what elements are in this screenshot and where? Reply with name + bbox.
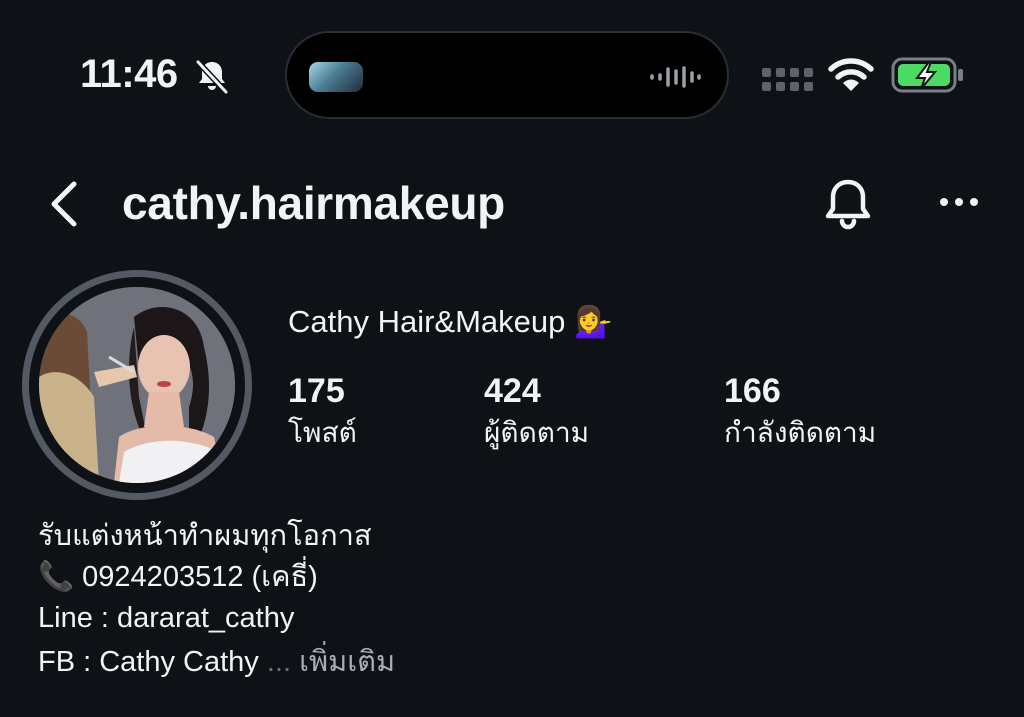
bio-line-phone[interactable]: 📞 0924203512 (เคธี่) xyxy=(38,563,318,592)
stat-label: ผู้ติดตาม xyxy=(484,417,590,448)
avatar xyxy=(39,287,235,483)
stat-following[interactable]: 166 กำลังติดตาม xyxy=(724,372,876,455)
bio-line-facebook: FB : Cathy Cathy ... เพิ่มเติม xyxy=(38,648,395,677)
now-playing-thumbnail xyxy=(309,62,363,92)
stat-label: โพสต์ xyxy=(288,417,357,448)
bell-slash-icon xyxy=(195,59,229,95)
signal-icon xyxy=(762,68,813,91)
profile-username: cathy.hairmakeup xyxy=(122,177,505,229)
bio-facebook-text: FB : Cathy Cathy xyxy=(38,646,259,678)
stat-label: กำลังติดตาม xyxy=(724,417,877,448)
bio-ellipsis: ... xyxy=(266,646,292,678)
phone-number: 0924203512 (เคธี่) xyxy=(82,561,318,593)
bio-line-line-id: Line : dararat_cathy xyxy=(38,602,295,634)
avatar-photo xyxy=(39,287,235,483)
phone-icon: 📞 xyxy=(38,561,75,593)
bio-line-services: รับแต่งหน้าทำผมทุกโอกาส xyxy=(38,520,372,552)
bio-more-button[interactable]: เพิ่มเติม xyxy=(299,646,395,678)
status-time: 11:46 xyxy=(80,52,178,96)
back-chevron-icon[interactable] xyxy=(44,178,86,230)
stat-value: 175 xyxy=(288,372,345,410)
stat-value: 166 xyxy=(724,372,781,410)
stat-posts[interactable]: 175 โพสต์ xyxy=(288,372,357,455)
wifi-icon xyxy=(828,58,874,91)
battery-charging-icon xyxy=(891,57,963,93)
stat-followers[interactable]: 424 ผู้ติดตาม xyxy=(484,372,589,455)
display-name: Cathy Hair&Makeup 💁‍♀️ xyxy=(288,304,613,339)
bell-icon[interactable] xyxy=(818,176,878,232)
audio-waveform-icon xyxy=(650,66,701,88)
avatar-ring[interactable] xyxy=(22,270,252,500)
dynamic-island[interactable] xyxy=(285,31,729,119)
stat-value: 424 xyxy=(484,372,541,410)
more-icon[interactable] xyxy=(934,190,984,214)
